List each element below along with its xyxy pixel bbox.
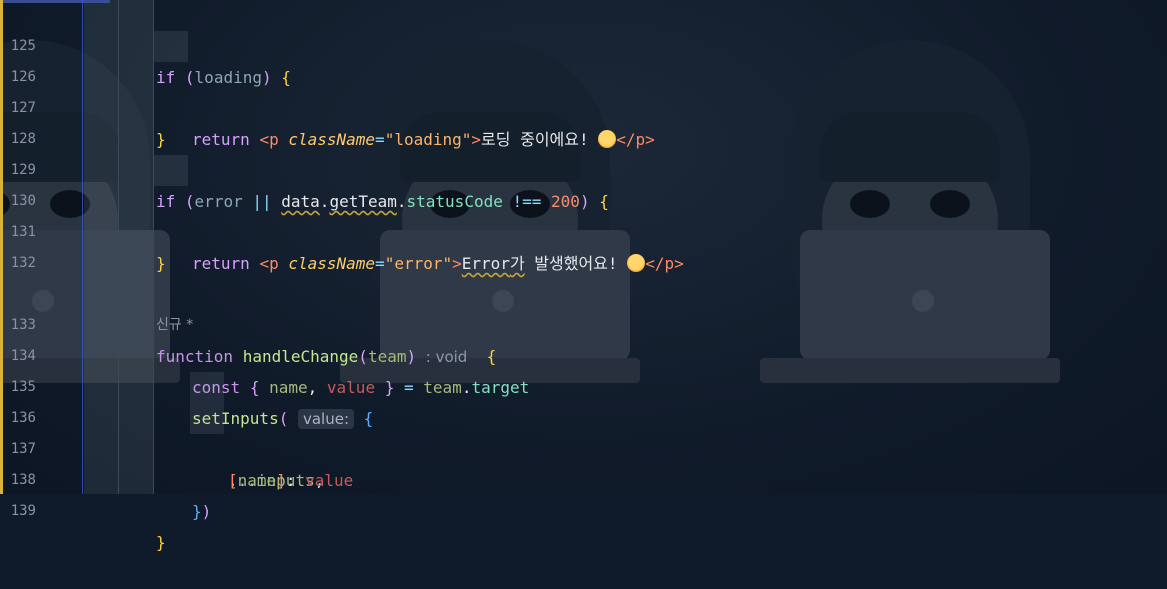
line-number: 139 [10,503,36,519]
code-line[interactable]: 131 } [0,186,1167,273]
codelens-line[interactable]: 신규 * [0,248,1167,333]
code-line[interactable]: 132 [0,217,1167,271]
code-line[interactable]: 138 }) [0,434,1167,521]
code-line[interactable]: 135 setInputs( value: { [0,341,1167,429]
code-line[interactable]: 127 } [0,62,1167,149]
code-content[interactable]: } [156,527,166,558]
code-line[interactable]: 128 [0,93,1167,147]
code-line[interactable]: 130 return <p className="error">Error가 발… [0,155,1167,273]
code-line[interactable]: 129 if (error || data.getTeam.statusCode… [0,124,1167,211]
code-line[interactable]: 134 const { name, value } = team.target [0,310,1167,397]
brace: } [192,502,202,521]
code-line[interactable]: 136 ...inputs, [0,372,1167,490]
code-line[interactable]: 126 return <p className="loading">로딩 중이에… [0,31,1167,149]
code-line[interactable]: 139 } [0,465,1167,552]
code-line[interactable]: 125 if (loading) { [0,0,1167,87]
code-line[interactable]: 133 function handleChange(team) : void { [0,279,1167,366]
brace: } [156,533,166,552]
indent-marker [154,155,188,186]
code-content[interactable]: }) [192,496,211,527]
paren: ) [201,502,212,521]
indent-marker [154,31,188,62]
code-line[interactable]: 137 [name]: value [0,403,1167,490]
